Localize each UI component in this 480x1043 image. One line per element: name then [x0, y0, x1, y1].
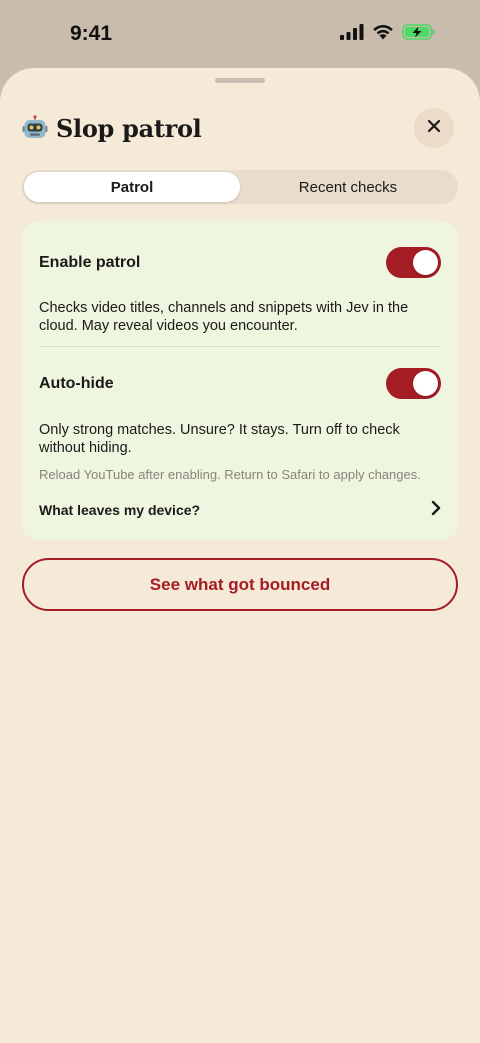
tab-patrol[interactable]: Patrol: [24, 172, 240, 202]
toggle-knob: [413, 250, 438, 275]
segmented-control: Patrol Recent checks: [22, 170, 458, 204]
status-time: 9:41: [70, 22, 113, 45]
auto-hide-description: Only strong matches. Unsure? It stays. T…: [39, 422, 400, 456]
sheet-grabber[interactable]: [215, 78, 265, 83]
privacy-link-label: What leaves my device?: [39, 502, 201, 518]
close-icon: [427, 119, 441, 138]
header: Slop patrol: [22, 108, 454, 148]
settings-card: Enable patrol Checks video titles, chann…: [22, 221, 458, 540]
toggle-knob: [413, 371, 438, 396]
signal-icon: [340, 24, 364, 45]
auto-hide-label: Auto-hide: [39, 375, 114, 392]
privacy-link-row[interactable]: What leaves my device?: [39, 499, 441, 521]
status-icons: [340, 24, 436, 45]
status-bar: 9:41: [0, 0, 480, 68]
reload-note: Reload YouTube after enabling. Return to…: [39, 467, 421, 482]
close-button[interactable]: [414, 108, 454, 148]
page-title: Slop patrol: [56, 113, 202, 143]
see-bounced-button[interactable]: See what got bounced: [22, 558, 458, 611]
auto-hide-toggle[interactable]: [386, 368, 441, 399]
tab-recent-checks[interactable]: Recent checks: [240, 172, 456, 202]
bottom-sheet: Slop patrol Patrol Recent checks Enable …: [0, 68, 480, 1043]
battery-charging-icon: [402, 24, 436, 45]
enable-patrol-description: Checks video titles, channels and snippe…: [39, 300, 409, 334]
robot-icon: [22, 115, 48, 141]
chevron-right-icon: [431, 500, 441, 521]
enable-patrol-label: Enable patrol: [39, 254, 141, 271]
divider: [39, 346, 441, 347]
wifi-icon: [372, 24, 394, 45]
enable-patrol-toggle[interactable]: [386, 247, 441, 278]
